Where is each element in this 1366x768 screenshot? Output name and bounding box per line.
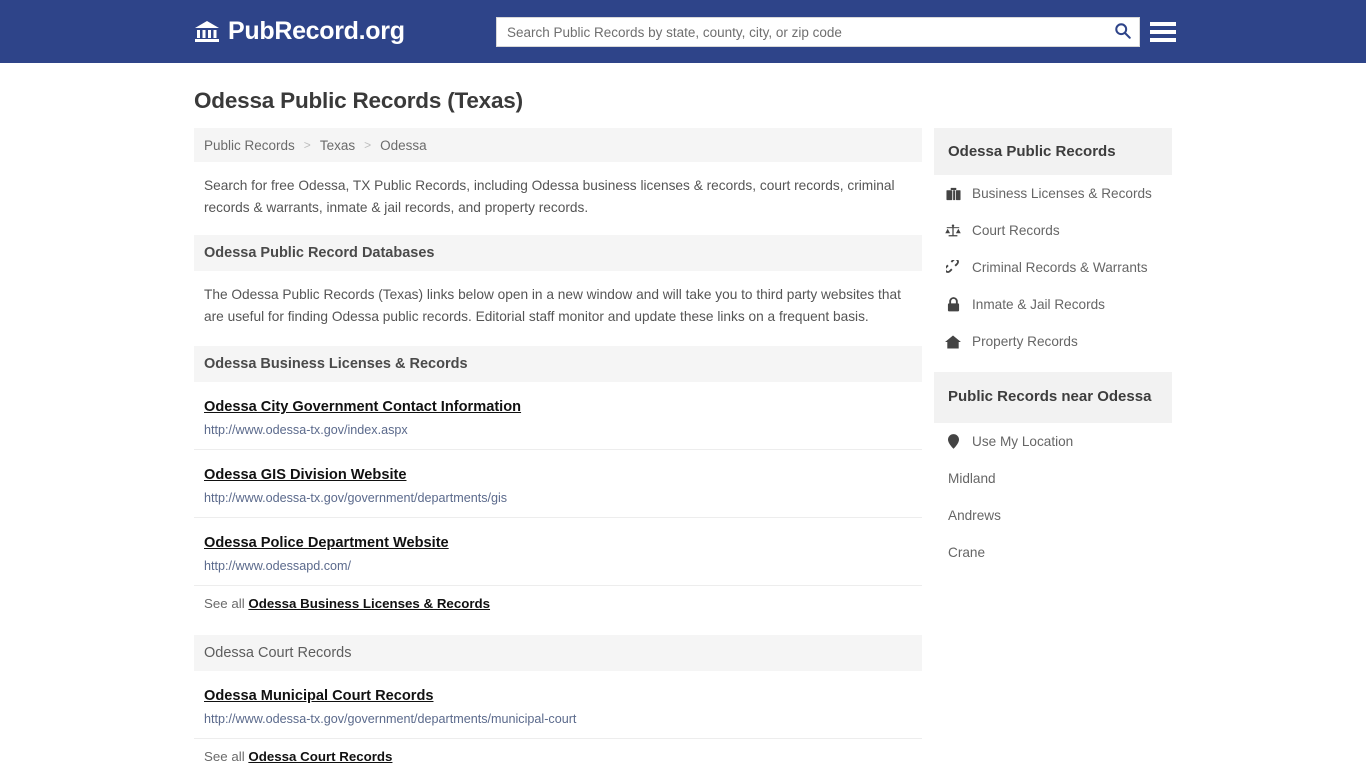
search-input[interactable] <box>497 18 1105 46</box>
link-entry: Odessa Municipal Court Records http://ww… <box>194 671 922 739</box>
sidebar-item-midland[interactable]: Midland <box>934 460 1172 497</box>
breadcrumb-separator: > <box>303 138 311 152</box>
sidebar-item-criminal-records[interactable]: Criminal Records & Warrants <box>934 249 1172 286</box>
databases-blurb: The Odessa Public Records (Texas) links … <box>204 287 901 324</box>
sidebar-item-label: Crane <box>948 545 986 560</box>
section-heading-court-records: Odessa Court Records <box>194 635 922 671</box>
breadcrumb-item-odessa: Odessa <box>380 137 427 153</box>
sidebar-item-label: Inmate & Jail Records <box>972 297 1105 312</box>
link-entry: Odessa GIS Division Website http://www.o… <box>194 450 922 518</box>
link-entry: Odessa City Government Contact Informati… <box>194 382 922 450</box>
see-all-prefix: See all <box>204 749 249 764</box>
sidebar-nearby-list: Use My Location Midland Andrews Crane <box>934 423 1172 571</box>
sidebar-item-label: Court Records <box>972 223 1060 238</box>
search-button[interactable] <box>1105 18 1139 46</box>
sidebar-records-list: Business Licenses & Records Court Record… <box>934 175 1172 360</box>
databases-heading: Odessa Public Record Databases <box>194 235 922 271</box>
map-pin-icon <box>944 434 962 449</box>
hamburger-menu-icon[interactable] <box>1150 17 1176 47</box>
breadcrumb-separator: > <box>364 138 372 152</box>
entry-url: http://www.odessa-tx.gov/government/depa… <box>204 712 577 726</box>
entry-url: http://www.odessapd.com/ <box>204 559 351 573</box>
sidebar-item-crane[interactable]: Crane <box>934 534 1172 571</box>
site-header: PubRecord.org <box>0 0 1366 63</box>
entry-title-link[interactable]: Odessa Municipal Court Records <box>204 688 434 704</box>
entry-title-link[interactable]: Odessa GIS Division Website <box>204 467 407 483</box>
handcuffs-icon <box>944 260 962 275</box>
sidebar-item-inmate-jail-records[interactable]: Inmate & Jail Records <box>934 286 1172 323</box>
sidebar-item-label: Criminal Records & Warrants <box>972 260 1148 275</box>
sidebar-heading-records: Odessa Public Records <box>934 128 1172 175</box>
see-all-prefix: See all <box>204 596 249 611</box>
see-all-row: See all Odessa Court Records <box>194 739 922 768</box>
sidebar-item-label: Andrews <box>948 508 1001 523</box>
sidebar-item-label: Use My Location <box>972 434 1074 449</box>
breadcrumb: Public Records > Texas > Odessa <box>194 128 922 162</box>
briefcase-icon <box>944 187 962 201</box>
search-bar <box>496 17 1140 47</box>
home-icon <box>944 334 962 349</box>
link-entry: Odessa Police Department Website http://… <box>194 518 922 586</box>
entry-title-link[interactable]: Odessa City Government Contact Informati… <box>204 399 521 415</box>
page-container: Odessa Public Records (Texas) Public Rec… <box>0 88 1366 768</box>
sidebar-item-label: Business Licenses & Records <box>972 186 1152 201</box>
sidebar-item-label: Midland <box>948 471 996 486</box>
search-icon <box>1114 22 1131 42</box>
main-column: Public Records > Texas > Odessa Search f… <box>194 128 922 768</box>
sidebar: Odessa Public Records Business Licenses … <box>934 128 1172 571</box>
sidebar-item-use-my-location[interactable]: Use My Location <box>934 423 1172 460</box>
site-logo-text: PubRecord.org <box>228 17 405 45</box>
sidebar-item-property-records[interactable]: Property Records <box>934 323 1172 360</box>
intro-text: Search for free Odessa, TX Public Record… <box>204 178 895 215</box>
balance-scale-icon <box>944 224 962 238</box>
entry-url: http://www.odessa-tx.gov/government/depa… <box>204 491 508 505</box>
entry-url: http://www.odessa-tx.gov/index.aspx <box>204 423 408 437</box>
bank-building-icon <box>194 20 220 44</box>
sidebar-item-court-records[interactable]: Court Records <box>934 212 1172 249</box>
breadcrumb-item-public-records[interactable]: Public Records <box>204 138 295 153</box>
content-columns: Public Records > Texas > Odessa Search f… <box>194 128 1172 768</box>
sidebar-item-andrews[interactable]: Andrews <box>934 497 1172 534</box>
breadcrumb-item-texas[interactable]: Texas <box>320 138 355 153</box>
see-all-link[interactable]: Odessa Business Licenses & Records <box>248 596 490 611</box>
see-all-row: See all Odessa Business Licenses & Recor… <box>194 586 922 615</box>
see-all-link[interactable]: Odessa Court Records <box>248 749 392 764</box>
page-title: Odessa Public Records (Texas) <box>194 88 523 113</box>
entry-title-link[interactable]: Odessa Police Department Website <box>204 535 449 551</box>
sidebar-item-business-licenses[interactable]: Business Licenses & Records <box>934 175 1172 212</box>
section-heading-business-licenses: Odessa Business Licenses & Records <box>194 346 922 382</box>
sidebar-heading-nearby: Public Records near Odessa <box>934 372 1172 423</box>
site-logo[interactable]: PubRecord.org <box>194 17 405 46</box>
sidebar-item-label: Property Records <box>972 334 1078 349</box>
lock-icon <box>944 297 962 312</box>
